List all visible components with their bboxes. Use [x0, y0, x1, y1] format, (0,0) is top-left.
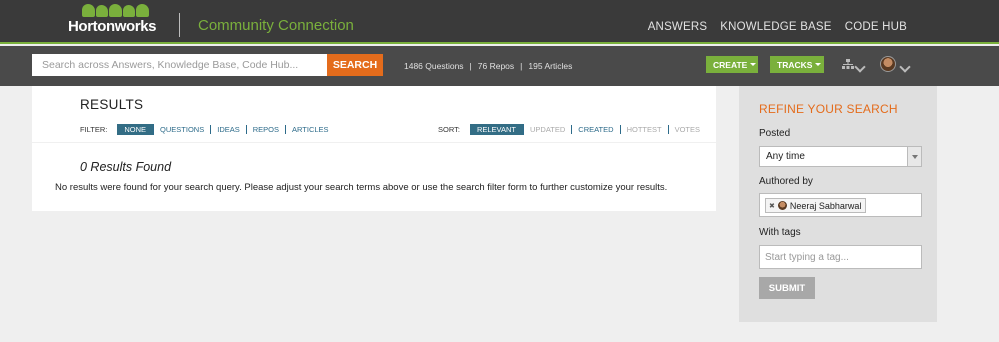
- author-name: Neeraj Sabharwal: [789, 200, 862, 211]
- sitemap-icon[interactable]: [842, 59, 854, 70]
- tracks-label: TRACKS: [777, 59, 813, 70]
- create-label: CREATE: [713, 59, 748, 70]
- logo-text: Hortonworks: [68, 18, 157, 35]
- nav-answers[interactable]: ANSWERS: [648, 21, 708, 33]
- articles-count[interactable]: 195 Articles: [528, 61, 572, 71]
- filter-repos[interactable]: REPOS: [247, 125, 287, 134]
- search-bar: SEARCH 1486 Questions|76 Repos|195 Artic…: [0, 46, 999, 86]
- questions-count[interactable]: 1486 Questions: [404, 61, 464, 71]
- posted-select[interactable]: Any time: [759, 146, 922, 167]
- nav-code-hub[interactable]: CODE HUB: [845, 21, 907, 33]
- posted-value: Any time: [766, 151, 805, 162]
- page-title: RESULTS: [80, 97, 144, 112]
- sort-hottest[interactable]: HOTTEST: [621, 125, 669, 134]
- top-header: Hortonworks Community Connection ANSWERS…: [0, 0, 999, 44]
- submit-button[interactable]: SUBMIT: [759, 277, 815, 299]
- dropdown-arrow-icon[interactable]: [907, 147, 921, 166]
- search-button[interactable]: SEARCH: [327, 54, 383, 76]
- posted-label: Posted: [759, 128, 791, 139]
- tags-input[interactable]: [759, 245, 922, 269]
- sort-relevant[interactable]: RELEVANT: [469, 124, 524, 135]
- user-avatar[interactable]: [880, 56, 896, 72]
- author-avatar: [777, 201, 787, 210]
- chevron-down-icon[interactable]: [854, 61, 866, 73]
- caret-down-icon: [815, 63, 822, 66]
- results-panel: RESULTS FILTER: NONE QUESTIONS IDEAS REP…: [32, 86, 716, 211]
- sidebar-title: REFINE YOUR SEARCH: [759, 102, 898, 116]
- filter-none[interactable]: NONE: [117, 124, 155, 135]
- elephants-logo-icon: [82, 4, 149, 17]
- header-divider: [179, 13, 180, 37]
- filter-bar: FILTER: NONE QUESTIONS IDEAS REPOS ARTIC…: [80, 124, 335, 135]
- sort-votes[interactable]: VOTES: [669, 125, 706, 134]
- sort-bar: SORT: RELEVANT UPDATED CREATED HOTTEST V…: [438, 124, 706, 135]
- sort-created[interactable]: CREATED: [572, 125, 621, 134]
- refine-sidebar: REFINE YOUR SEARCH Posted Any time Autho…: [739, 86, 937, 322]
- tracks-button[interactable]: TRACKS: [770, 56, 824, 73]
- caret-down-icon: [750, 63, 757, 66]
- top-nav: ANSWERS KNOWLEDGE BASE CODE HUB: [648, 21, 907, 33]
- author-field[interactable]: ✖ Neeraj Sabharwal: [759, 193, 922, 217]
- search-input[interactable]: [32, 54, 327, 76]
- empty-state-title: 0 Results Found: [80, 160, 172, 174]
- chevron-down-icon[interactable]: [899, 61, 911, 73]
- tags-label: With tags: [759, 227, 801, 238]
- filter-articles[interactable]: ARTICLES: [286, 125, 335, 134]
- empty-state-message: No results were found for your search qu…: [55, 182, 668, 193]
- remove-icon[interactable]: ✖: [769, 202, 775, 210]
- author-chip: ✖ Neeraj Sabharwal: [765, 198, 867, 213]
- sort-updated[interactable]: UPDATED: [524, 125, 573, 134]
- repos-count[interactable]: 76 Repos: [478, 61, 514, 71]
- create-button[interactable]: CREATE: [706, 56, 758, 73]
- filter-questions[interactable]: QUESTIONS: [154, 125, 212, 134]
- nav-knowledge-base[interactable]: KNOWLEDGE BASE: [720, 21, 831, 33]
- sort-label: SORT:: [438, 125, 460, 134]
- filter-label: FILTER:: [80, 125, 108, 134]
- filter-ideas[interactable]: IDEAS: [211, 125, 247, 134]
- divider: [32, 142, 716, 143]
- site-stats: 1486 Questions | 76 Repos | 195 Articles: [404, 61, 573, 71]
- authored-label: Authored by: [759, 176, 813, 187]
- site-title[interactable]: Community Connection: [198, 17, 354, 34]
